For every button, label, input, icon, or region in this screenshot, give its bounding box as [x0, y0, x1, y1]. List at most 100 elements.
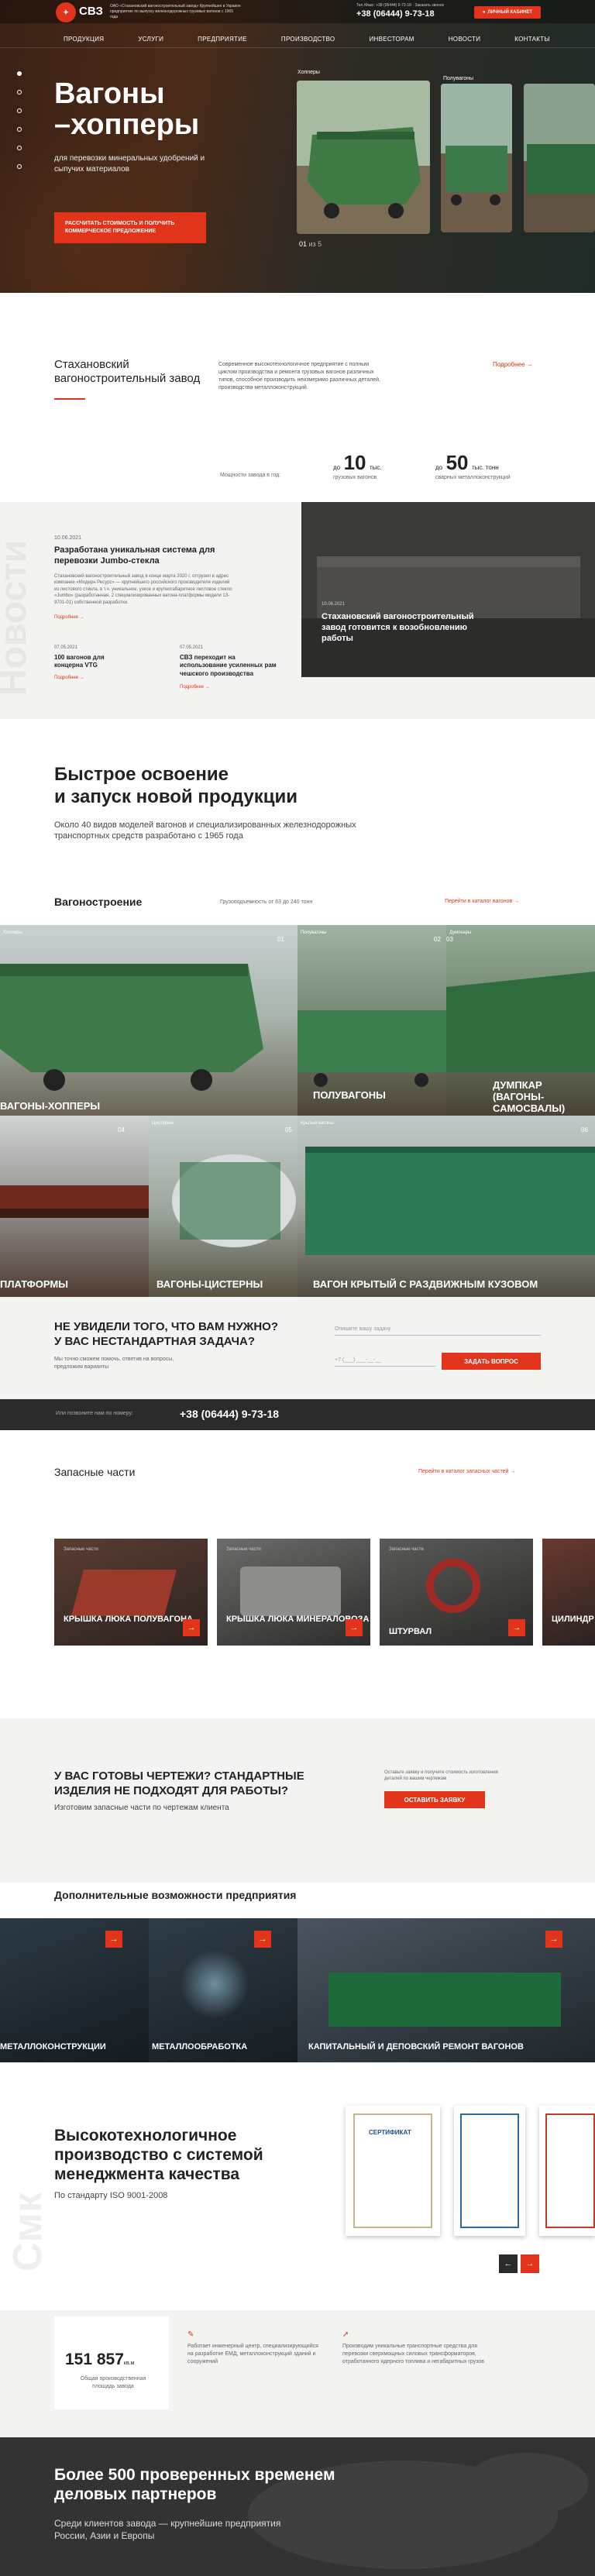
quality-title-line3: менеджмента качества	[54, 2165, 240, 2184]
gondola-wagon-image	[441, 84, 512, 232]
nav-contacts[interactable]: Контакты	[497, 36, 567, 43]
arrow-right-icon[interactable]: →	[254, 1931, 271, 1948]
logo-text[interactable]: СВЗ	[79, 5, 103, 18]
news-featured-card[interactable]: 10.06.2021 Стахановский вагоностроительн…	[301, 502, 595, 677]
part-caption: Цилиндр разгрузочный	[552, 1615, 595, 1624]
part-card[interactable]: Запасные части Штурвал →	[380, 1539, 533, 1646]
part-card[interactable]: Запасные части Крышка люка минераловоза …	[217, 1539, 370, 1646]
header-phone[interactable]: +38 (06444) 9-73-18	[356, 9, 435, 19]
hero-cta-button[interactable]: Рассчитать стоимость и получить коммерче…	[54, 212, 206, 243]
certificate-frame	[545, 2113, 595, 2228]
partners-title: Более 500 проверенных временем деловых п…	[54, 2465, 335, 2504]
parts-catalog-link[interactable]: Перейти в каталог запасных частей →	[418, 1469, 515, 1474]
news-main-more[interactable]: Подробнее →	[54, 615, 84, 620]
part-card[interactable]: Запасные части Крышка люка полувагона →	[54, 1539, 208, 1646]
tile-hoppers[interactable]: Хопперы 01 Вагоны-хопперы	[0, 925, 298, 1116]
arrow-right-icon[interactable]: →	[105, 1931, 122, 1948]
wagons-section: Вагоностроение Грузоподъемность от 63 до…	[0, 882, 595, 1297]
about-title-underline	[54, 398, 85, 400]
cursor-icon: ➚	[342, 2330, 349, 2339]
certificate-card[interactable]	[539, 2106, 595, 2236]
arrow-left-icon[interactable]: ←	[499, 2254, 518, 2273]
quality-bg-word: Смк	[5, 2192, 50, 2272]
fast-launch-section: Быстрое освоение и запуск новой продукци…	[0, 719, 595, 882]
tile-num: 06	[581, 1126, 588, 1133]
slider-dot[interactable]	[17, 164, 22, 169]
certificate-card[interactable]	[454, 2106, 525, 2236]
leave-request-button[interactable]: Оставить заявку	[384, 1791, 485, 1808]
arrow-right-icon[interactable]: →	[545, 1931, 562, 1948]
news-small1-more[interactable]: Подробнее →	[54, 676, 84, 680]
hero-subtitle: для перевозки минеральных удобрений и сы…	[54, 154, 205, 174]
tile-repair[interactable]: → Капитальный и деповский ремонт вагонов	[298, 1918, 595, 2062]
quality-title-line1: Высокотехнологичное	[54, 2127, 237, 2144]
arrow-right-icon[interactable]: →	[183, 1619, 200, 1636]
arrow-right-icon[interactable]: →	[346, 1619, 363, 1636]
part-caption: Штурвал	[389, 1627, 432, 1636]
hero-title-line2: –хопперы	[54, 108, 200, 141]
arrow-right-icon[interactable]: →	[521, 2254, 539, 2273]
stat1-unit: тыс.	[369, 464, 382, 471]
nav-investors[interactable]: Инвесторам	[352, 36, 431, 43]
nav-production[interactable]: Производство	[264, 36, 353, 43]
drawings-title-line2: изделия не подходят для работы?	[54, 1783, 289, 1797]
fast-title-line1: Быстрое освоение	[54, 764, 229, 785]
stat-wagons: до 10 тыс. грузовых вагонов	[333, 451, 382, 480]
about-section: Стахановский вагоностроительный завод Со…	[0, 293, 595, 502]
slide-card-next[interactable]	[524, 84, 595, 232]
task-input[interactable]: Опишите вашу задачу	[335, 1326, 541, 1336]
nonstandard-text: Мы точно сможем помочь, ответив на вопро…	[54, 1357, 174, 1370]
gondola-image	[298, 1010, 446, 1087]
ask-question-button[interactable]: Задать вопрос	[442, 1353, 541, 1370]
wagons-catalog-link[interactable]: Перейти в каталог вагонов →	[445, 899, 519, 904]
news-featured-title: Стахановский вагоностроительный завод го…	[322, 612, 474, 643]
slide-card-gondola[interactable]	[441, 84, 512, 232]
slide-counter-current: 01	[299, 240, 308, 248]
nav-company[interactable]: Предприятие	[181, 36, 264, 43]
slider-dot[interactable]	[17, 71, 22, 76]
arrow-right-icon[interactable]: →	[508, 1619, 525, 1636]
news-small2-more[interactable]: Подробнее →	[180, 685, 210, 690]
part-card[interactable]: Цилиндр разгрузочный	[542, 1539, 595, 1646]
fast-title-line2: и запуск новой продукции	[54, 786, 298, 807]
tile-label: Металлоконструкции	[0, 2042, 106, 2052]
slider-dot[interactable]	[17, 146, 22, 150]
tile-gondolas[interactable]: Полувагоны 02 Полувагоны	[298, 925, 446, 1116]
tank-image	[172, 1154, 296, 1247]
about-more-link[interactable]: Подробнее →	[493, 361, 533, 368]
tile-metalworks[interactable]: → Металлоконструкции	[0, 1918, 149, 2062]
logo-icon[interactable]: ✦	[56, 2, 76, 22]
phone-input[interactable]: +7 (___) ___-__-__	[335, 1357, 435, 1367]
platform-image	[0, 1185, 149, 1218]
slider-dot[interactable]	[17, 127, 22, 132]
news-small2-title[interactable]: СВЗ переходит на использование усиленных…	[180, 654, 280, 678]
slider-dot[interactable]	[17, 90, 22, 95]
tile-label: Вагон крытый с раздвижным кузовом	[313, 1278, 538, 1290]
ask-question-label: Задать вопрос	[464, 1357, 518, 1365]
nav-products[interactable]: Продукция	[46, 36, 121, 43]
tile-dumpcars[interactable]: Думпкары 03 Думпкар (вагоны-самосвалы)	[446, 925, 595, 1116]
slider-dot[interactable]	[17, 108, 22, 113]
nav-news[interactable]: Новости	[432, 36, 498, 43]
phone-small[interactable]: Тел./Факс: +38 (06444) 9-73-18 · Заказат…	[356, 3, 444, 8]
tile-machining[interactable]: → Металлообработка	[149, 1918, 298, 2062]
tile-tanks[interactable]: Цистерны 05 Вагоны-цистерны	[149, 1116, 298, 1297]
fast-title: Быстрое освоение и запуск новой продукци…	[54, 764, 298, 809]
news-small1-title[interactable]: 100 вагонов для концерна VTG	[54, 654, 132, 670]
tile-covered[interactable]: Крытые вагоны 06 Вагон крытый с раздвижн…	[298, 1116, 595, 1297]
tile-platforms[interactable]: 04 Платформы	[0, 1116, 149, 1297]
nav-services[interactable]: Услуги	[121, 36, 181, 43]
tile-num: 05	[285, 1126, 292, 1133]
covered-wagon-image	[305, 1147, 595, 1255]
sparks-glow	[180, 1949, 249, 2019]
cabinet-button-label: Личный кабинет	[487, 10, 533, 15]
certificate-card[interactable]: Сертификат	[346, 2106, 440, 2236]
certificate-frame	[460, 2113, 519, 2228]
news-main-title[interactable]: Разработана уникальная система для перев…	[54, 545, 232, 567]
call-phone[interactable]: +38 (06444) 9-73-18	[180, 1408, 279, 1420]
hopper-image	[0, 964, 263, 1091]
drawings-subtitle: Изготовим запасные части по чертежам кли…	[54, 1804, 229, 1812]
area-unit: кв.м	[123, 2361, 135, 2366]
slide-card-hopper[interactable]	[297, 81, 430, 234]
cabinet-button[interactable]: ● Личный кабинет	[474, 6, 541, 19]
